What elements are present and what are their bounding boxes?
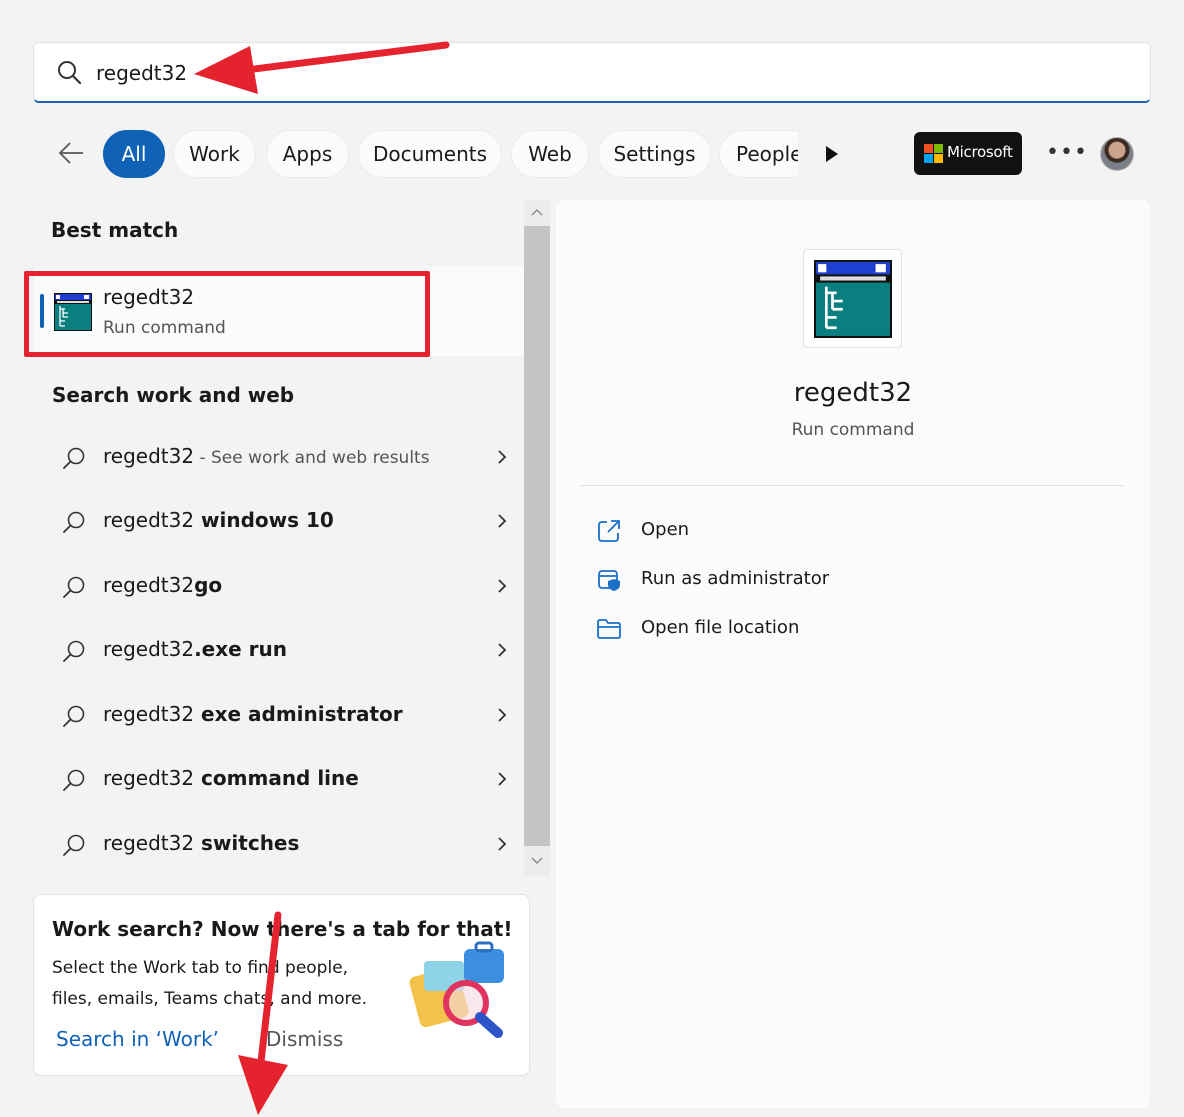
- list-item[interactable]: regedt32go: [50, 557, 520, 617]
- tab-all[interactable]: All: [103, 130, 165, 178]
- detail-subtitle: Run command: [791, 420, 915, 440]
- search-icon: [62, 833, 86, 861]
- annotation-arrow-bottom: [238, 911, 288, 1115]
- back-arrow-icon: [58, 142, 83, 164]
- chevron-right-icon: [495, 706, 509, 728]
- tab-settings[interactable]: Settings: [598, 130, 711, 178]
- tab-web[interactable]: Web: [511, 130, 589, 178]
- highlight-box: [24, 271, 430, 357]
- scroll-tabs-right-button[interactable]: [824, 145, 840, 167]
- divider: [580, 485, 1124, 486]
- tab-apps[interactable]: Apps: [266, 130, 349, 178]
- more-options-button[interactable]: •••: [1046, 140, 1088, 165]
- list-item[interactable]: regedt32 exe administrator: [50, 686, 520, 746]
- chevron-right-icon: [495, 512, 509, 534]
- avatar[interactable]: [1100, 137, 1134, 171]
- tab-work[interactable]: Work: [173, 130, 256, 178]
- microsoft-logo-icon: [924, 144, 943, 163]
- list-item[interactable]: regedt32 windows 10: [50, 492, 520, 552]
- search-icon: [62, 704, 86, 732]
- best-match-heading: Best match: [51, 218, 179, 242]
- back-button[interactable]: [56, 138, 86, 172]
- result-text: regedt32 switches: [103, 831, 300, 855]
- folder-icon: [596, 616, 622, 646]
- search-icon: [62, 446, 86, 474]
- run-as-admin-action[interactable]: Run as administrator: [596, 563, 996, 597]
- promo-body: Select the Work tab to find people, file…: [52, 958, 367, 1009]
- search-icon: [62, 639, 86, 667]
- list-item[interactable]: regedt32 switches: [50, 815, 520, 875]
- chevron-right-icon: [495, 448, 509, 470]
- microsoft-badge-label: Microsoft: [947, 143, 1013, 161]
- open-action[interactable]: Open: [596, 514, 996, 548]
- action-label: Run as administrator: [641, 568, 830, 589]
- search-in-work-link[interactable]: Search in ‘Work’: [56, 1027, 219, 1051]
- open-file-location-action[interactable]: Open file location: [596, 612, 996, 646]
- work-search-illustration-icon: [409, 941, 504, 1038]
- annotation-arrow-top: [194, 41, 450, 94]
- list-item[interactable]: regedt32.exe run: [50, 621, 520, 681]
- app-icon-frame: [803, 249, 902, 348]
- regedit-app-icon: [814, 260, 892, 338]
- open-external-icon: [596, 518, 622, 548]
- search-icon: [62, 575, 86, 603]
- action-label: Open file location: [641, 617, 800, 638]
- web-results-heading: Search work and web: [52, 383, 295, 407]
- scroll-down-icon[interactable]: [530, 855, 544, 869]
- result-text: regedt32 windows 10: [103, 508, 334, 532]
- scroll-up-icon[interactable]: [530, 206, 544, 220]
- search-icon: [62, 768, 86, 796]
- shield-admin-icon: [596, 567, 622, 597]
- action-label: Open: [641, 519, 690, 540]
- result-text: regedt32 command line: [103, 766, 359, 790]
- result-text: regedt32.exe run: [103, 637, 288, 661]
- search-icon: [62, 510, 86, 538]
- scrollbar-thumb[interactable]: [524, 226, 550, 846]
- search-icon: [56, 59, 82, 89]
- play-arrow-icon: [826, 146, 838, 162]
- chevron-right-icon: [495, 641, 509, 663]
- chevron-right-icon: [495, 770, 509, 792]
- result-text: regedt32 - See work and web results: [103, 444, 430, 468]
- microsoft-badge[interactable]: Microsoft: [914, 132, 1022, 175]
- result-text: regedt32 exe administrator: [103, 702, 403, 726]
- detail-title: regedt32: [793, 378, 913, 408]
- chevron-right-icon: [495, 577, 509, 599]
- list-item[interactable]: regedt32 command line: [50, 750, 520, 810]
- chevron-right-icon: [495, 835, 509, 857]
- tab-documents[interactable]: Documents: [358, 130, 502, 178]
- result-text: regedt32go: [103, 573, 223, 597]
- tab-people[interactable]: People: [719, 130, 798, 178]
- list-item[interactable]: regedt32 - See work and web results: [50, 428, 520, 488]
